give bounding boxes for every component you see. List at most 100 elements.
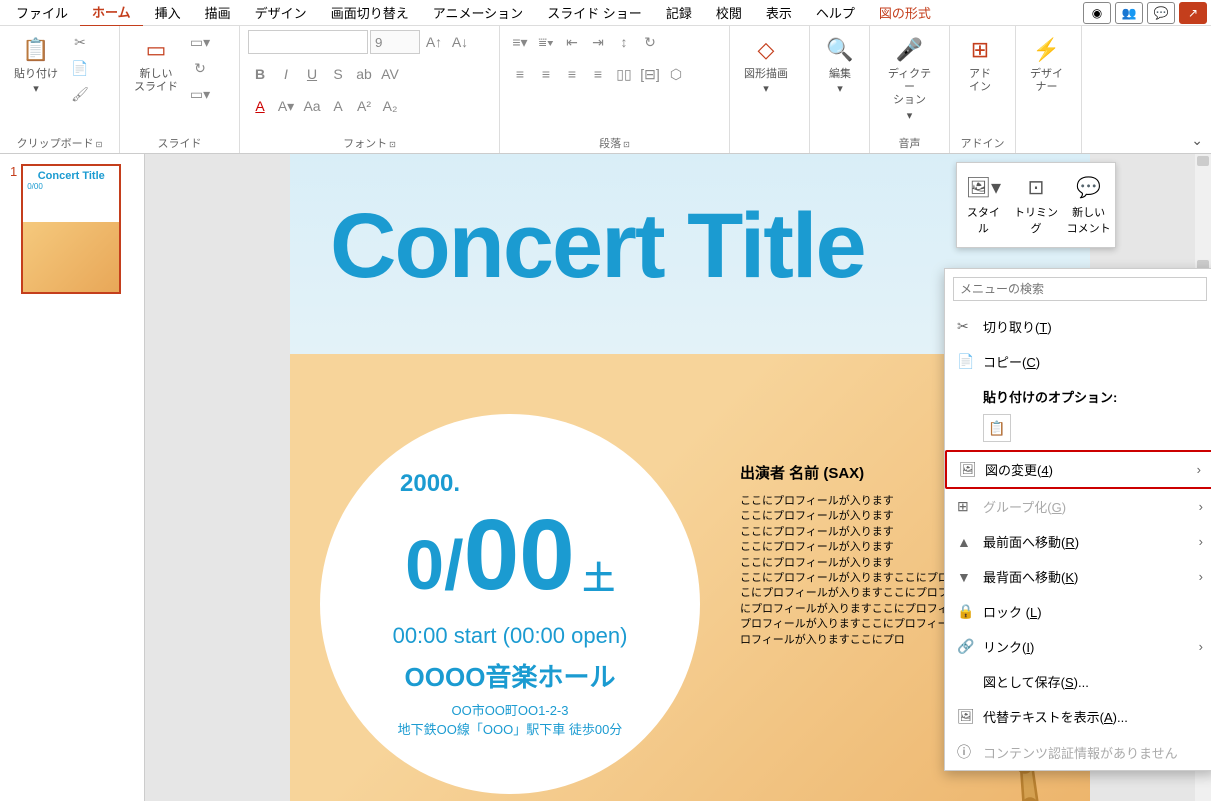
- tab-design[interactable]: デザイン: [243, 0, 319, 26]
- section-icon[interactable]: ▭▾: [188, 82, 212, 106]
- month-text: 0/: [405, 525, 463, 605]
- align-right-icon[interactable]: ≡: [560, 62, 584, 86]
- shadow-icon[interactable]: ab: [352, 62, 376, 86]
- day-text: 00: [464, 498, 575, 613]
- font-color-icon[interactable]: A: [248, 94, 272, 118]
- ctx-change-picture[interactable]: 🖼 図の変更(4) ›: [945, 450, 1211, 489]
- tab-picture-format[interactable]: 図の形式: [867, 0, 943, 26]
- cut-icon[interactable]: ✂: [68, 30, 92, 54]
- tab-help[interactable]: ヘルプ: [804, 0, 867, 26]
- addins-btn-label: アド イン: [969, 68, 991, 94]
- designer-button[interactable]: ⚡ デザイ ナー: [1024, 30, 1069, 98]
- indent-inc-icon[interactable]: ⇥: [586, 30, 610, 54]
- tab-file[interactable]: ファイル: [4, 0, 80, 26]
- change-case-icon[interactable]: Aa: [300, 94, 324, 118]
- justify-icon[interactable]: ≡: [586, 62, 610, 86]
- align-text-icon[interactable]: [⊟]: [638, 62, 662, 86]
- tab-record[interactable]: 記録: [654, 0, 704, 26]
- ctx-link[interactable]: 🔗 リンク(I) ›: [945, 629, 1211, 664]
- designer-btn-label: デザイ ナー: [1030, 68, 1063, 94]
- comments-icon[interactable]: 💬: [1147, 2, 1175, 24]
- format-painter-icon[interactable]: 🖌: [68, 82, 92, 106]
- paste-button[interactable]: 📋 貼り付け ▾: [8, 30, 64, 100]
- style-button[interactable]: 🖼▾ スタイ ル: [957, 163, 1010, 247]
- text-direction-icon[interactable]: ↻: [638, 30, 662, 54]
- columns-icon[interactable]: ▯▯: [612, 62, 636, 86]
- share-button-icon[interactable]: ↗: [1179, 2, 1207, 24]
- bold-icon[interactable]: B: [248, 62, 272, 86]
- group-icon: ⊞: [957, 498, 973, 515]
- tab-draw[interactable]: 描画: [193, 0, 243, 26]
- dropdown-icon: ▾: [907, 110, 913, 123]
- menu-search-input[interactable]: [953, 277, 1207, 301]
- ctx-bring-front[interactable]: ▲ 最前面へ移動(R) ›: [945, 524, 1211, 559]
- font-family-select[interactable]: [248, 30, 368, 54]
- addins-icon: ⊞: [964, 34, 996, 66]
- indent-dec-icon[interactable]: ⇤: [560, 30, 584, 54]
- shapes-icon: ◇: [750, 34, 782, 66]
- font-group-label: フォント: [343, 138, 387, 150]
- new-slide-icon: ▭: [140, 34, 172, 66]
- copy-icon[interactable]: 📄: [68, 56, 92, 80]
- paragraph-group-label: 段落: [599, 138, 621, 150]
- addins-button[interactable]: ⊞ アド イン: [958, 30, 1002, 98]
- strike-icon[interactable]: S: [326, 62, 350, 86]
- reset-icon[interactable]: ↻: [188, 56, 212, 80]
- tab-home[interactable]: ホーム: [80, 0, 143, 27]
- ctx-cut[interactable]: ✂ 切り取り(T): [945, 309, 1211, 344]
- chevron-right-icon: ›: [1199, 569, 1203, 584]
- present-teams-icon[interactable]: 👥: [1115, 2, 1143, 24]
- performer-text[interactable]: 出演者 名前 (SAX): [740, 462, 864, 483]
- alt-text-icon: 🖼: [957, 708, 973, 725]
- scrollbar-thumb[interactable]: [1197, 156, 1209, 166]
- superscript-icon[interactable]: A²: [352, 94, 376, 118]
- scissors-icon: ✂: [957, 318, 973, 335]
- hall-text: OOOO音楽ホール: [405, 657, 616, 694]
- editing-button[interactable]: 🔍 編集 ▾: [818, 30, 862, 100]
- highlight-icon[interactable]: A▾: [274, 94, 298, 118]
- shapes-button[interactable]: ◇ 図形描画 ▾: [738, 30, 794, 100]
- ctx-lock[interactable]: 🔒 ロック (L): [945, 594, 1211, 629]
- new-comment-button[interactable]: 💬 新しい コメント: [1062, 163, 1115, 247]
- subscript-icon[interactable]: A₂: [378, 94, 402, 118]
- numbering-icon[interactable]: ⩸▾: [534, 30, 558, 54]
- ribbon: 📋 貼り付け ▾ ✂ 📄 🖌 クリップボード⊡ ▭ 新しい スライド ▭▾ ↻ …: [0, 26, 1211, 154]
- drawing-label: 図形描画: [744, 68, 788, 81]
- tab-transition[interactable]: 画面切り替え: [319, 0, 421, 26]
- tab-slideshow[interactable]: スライド ショー: [535, 0, 654, 26]
- ctx-copy[interactable]: 📄 コピー(C): [945, 344, 1211, 379]
- italic-icon[interactable]: I: [274, 62, 298, 86]
- line-spacing-icon[interactable]: ↕: [612, 30, 636, 54]
- crop-button[interactable]: ⊡ トリミング: [1010, 163, 1063, 247]
- ctx-content-auth: ⓘ コンテンツ認証情報がありません: [945, 734, 1211, 770]
- ribbon-collapse-icon[interactable]: ⌄: [1191, 132, 1203, 149]
- char-spacing-icon[interactable]: AV: [378, 62, 402, 86]
- decrease-font-icon[interactable]: A↓: [448, 30, 472, 54]
- tab-insert[interactable]: 挿入: [143, 0, 193, 26]
- slide-thumbnail-1[interactable]: Concert Title 0/00: [21, 164, 121, 294]
- ctx-save-as-picture[interactable]: 図として保存(S)...: [945, 664, 1211, 699]
- lock-icon: 🔒: [957, 603, 973, 620]
- font-size-select[interactable]: [370, 30, 420, 54]
- ctx-group: ⊞ グループ化(G) ›: [945, 489, 1211, 524]
- align-left-icon[interactable]: ≡: [508, 62, 532, 86]
- increase-font-icon[interactable]: A↑: [422, 30, 446, 54]
- date-circle[interactable]: 2000. 0/ 00 土 00:00 start (00:00 open) O…: [320, 414, 700, 794]
- layout-icon[interactable]: ▭▾: [188, 30, 212, 54]
- tab-view[interactable]: 表示: [754, 0, 804, 26]
- new-slide-button[interactable]: ▭ 新しい スライド: [128, 30, 184, 98]
- ctx-alt-text[interactable]: 🖼 代替テキストを表示(A)...: [945, 699, 1211, 734]
- align-center-icon[interactable]: ≡: [534, 62, 558, 86]
- bullets-icon[interactable]: ≡▾: [508, 30, 532, 54]
- style-icon: 🖼▾: [966, 175, 1001, 200]
- copy-icon: 📄: [957, 353, 973, 370]
- convert-smartart-icon[interactable]: ⬡: [664, 62, 688, 86]
- clear-format-icon[interactable]: A: [326, 94, 350, 118]
- record-button-icon[interactable]: ◉: [1083, 2, 1111, 24]
- dictation-button[interactable]: 🎤 ディクテー ション ▾: [878, 30, 941, 127]
- underline-icon[interactable]: U: [300, 62, 324, 86]
- paste-option-picture-icon[interactable]: 📋: [983, 414, 1011, 442]
- ctx-send-back[interactable]: ▼ 最背面へ移動(K) ›: [945, 559, 1211, 594]
- tab-animation[interactable]: アニメーション: [421, 0, 535, 26]
- tab-review[interactable]: 校閲: [704, 0, 754, 26]
